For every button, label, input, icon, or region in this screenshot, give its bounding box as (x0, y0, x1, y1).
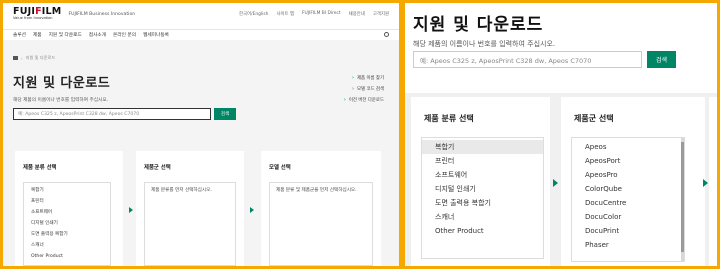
breadcrumb: › 지원 및 다운로드 (13, 52, 389, 64)
arrow-right-icon (703, 179, 708, 187)
list-item[interactable]: Apeos (572, 140, 684, 154)
scrollbar[interactable] (681, 138, 684, 261)
category-list[interactable]: 복합기 프린터 소프트웨어 디지털 인쇄기 도면 출력용 복합기 스캐너 Oth… (23, 182, 111, 266)
card-title: 제품 분류 선택 (424, 114, 474, 123)
scrollbar-thumb[interactable] (681, 142, 684, 252)
nav-item-company[interactable]: 접사소개 (89, 32, 106, 38)
arrow-right-icon (250, 207, 254, 213)
search-button[interactable]: 검색 (214, 108, 236, 120)
util-link-careers[interactable]: 채용안내 (349, 11, 365, 17)
zoomed-view: 지원 및 다운로드 해당 제품의 이름이나 번호를 입력하여 주십시오. 예: … (405, 3, 717, 266)
category-list[interactable]: 복합기 프린터 소프트웨어 디지털 인쇄기 도면 출력용 복합기 스캐너 Oth… (421, 137, 544, 259)
chevron-right-icon: › (351, 86, 354, 92)
quick-link-product-name[interactable]: › 제품 이름 찾기 (344, 75, 384, 81)
utility-links: 한국어/English 사이트 맵 FUJIFILM BI Direct 채용안… (239, 11, 389, 17)
list-item[interactable]: ApeosPro (572, 168, 684, 182)
breadcrumb-current: 지원 및 다운로드 (25, 55, 56, 60)
list-item[interactable]: DocuColor (572, 210, 684, 224)
model-select-card: 모델 선택 제품 분류 및 제품군을 먼저 선택하십시오. (261, 151, 381, 266)
list-item[interactable]: Other Product (24, 251, 110, 262)
util-link-language[interactable]: 한국어/English (239, 11, 268, 17)
chevron-right-icon: › (343, 97, 346, 103)
search-button[interactable]: 검색 (647, 51, 676, 68)
list-item[interactable]: DocuPrint (572, 224, 684, 238)
chevron-right-icon: › (351, 75, 354, 81)
list-item[interactable]: 프린터 (422, 154, 543, 168)
arrow-right-icon (129, 207, 133, 213)
list-item[interactable]: DocuCentre (572, 196, 684, 210)
category-select-card: 제품 분류 선택 복합기 프린터 소프트웨어 디지털 인쇄기 도면 출력용 복합… (411, 97, 550, 266)
card-title: 모델 선택 (269, 165, 291, 171)
category-select-card: 제품 분류 선택 복합기 프린터 소프트웨어 디지털 인쇄기 도면 출력용 복합… (15, 151, 123, 266)
list-item[interactable]: 도면 출력용 복합기 (24, 229, 110, 240)
list-item[interactable]: ApeosPort (572, 154, 684, 168)
series-list[interactable]: 제품 분류를 먼저 선택하십시오. (144, 182, 236, 266)
page-description: 해당 제품의 이름이나 번호를 입력하여 주십시오. (413, 40, 556, 48)
list-item[interactable]: 소프트웨어 (24, 207, 110, 218)
site-header: FUJIFILM Value from Innovation FUJIFILM … (3, 3, 399, 25)
quick-link-previous-downloads[interactable]: › 이전 버전 다운로드 (344, 97, 384, 103)
page-description: 해당 제품의 이름이나 번호를 입력하여 주십시오. (13, 98, 109, 103)
product-selector: 제품 분류 선택 복합기 프린터 소프트웨어 디지털 인쇄기 도면 출력용 복합… (405, 93, 717, 266)
list-item[interactable]: 스캐너 (422, 210, 543, 224)
list-item[interactable]: Other Product (422, 224, 543, 238)
series-select-card: 제품군 선택 Apeos ApeosPort ApeosPro ColorQub… (561, 97, 705, 266)
nav-item-webinar[interactable]: 웹세미나등록 (143, 32, 169, 38)
product-search-input[interactable]: 예: Apeos C325 z, ApeosPrint C328 dw, Ape… (13, 108, 211, 120)
util-link-bi-direct[interactable]: FUJIFILM BI Direct (302, 11, 341, 17)
list-item[interactable]: 디지털 인쇄기 (422, 182, 543, 196)
card-title: 제품 분류 선택 (23, 165, 57, 171)
list-item[interactable]: 복합기 (422, 140, 543, 154)
util-link-support[interactable]: 고객지원 (373, 11, 389, 17)
nav-item-solutions[interactable]: 솔루션 (13, 32, 26, 38)
card-title: 제품군 선택 (574, 114, 614, 123)
list-item[interactable]: 도면 출력용 복합기 (422, 196, 543, 210)
model-select-card (709, 97, 717, 266)
list-item[interactable]: Phaser (572, 238, 684, 252)
search-icon[interactable] (384, 32, 389, 37)
quick-link-model-code[interactable]: › 모델 코드 검색 (344, 86, 384, 92)
chevron-right-icon: › (21, 55, 23, 61)
page-title: 지원 및 다운로드 (13, 76, 111, 91)
series-placeholder: 제품 분류를 먼저 선택하십시오. (151, 188, 212, 193)
list-item[interactable]: 디지털 인쇄기 (24, 218, 110, 229)
util-link-sitemap[interactable]: 사이트 맵 (276, 11, 294, 17)
list-item[interactable]: 소프트웨어 (422, 168, 543, 182)
list-item[interactable]: 프린터 (24, 196, 110, 207)
full-page-view: FUJIFILM Value from Innovation FUJIFILM … (3, 3, 399, 266)
arrow-right-icon (553, 179, 558, 187)
series-select-card: 제품군 선택 제품 분류를 먼저 선택하십시오. (136, 151, 244, 266)
quick-links: › 제품 이름 찾기 › 모델 코드 검색 › 이전 버전 다운로드 (344, 75, 384, 103)
main-nav: 솔루션 제품 지원 및 다운로드 접사소개 온라인 문의 웹세미나등록 (3, 29, 399, 39)
list-item[interactable]: 스캐너 (24, 240, 110, 251)
card-title: 제품군 선택 (144, 165, 171, 171)
home-icon[interactable] (13, 56, 18, 60)
logo-tagline: Value from Innovation (13, 16, 53, 21)
page-title: 지원 및 다운로드 (413, 15, 544, 35)
list-item[interactable]: ColorQube (572, 182, 684, 196)
product-search-input[interactable]: 예: Apeos C325 z, ApeosPrint C328 dw, Ape… (413, 51, 642, 68)
nav-item-support[interactable]: 지원 및 다운로드 (49, 32, 82, 38)
fujifilm-logo[interactable]: FUJIFILM Value from Innovation (13, 7, 61, 21)
list-item[interactable]: 복합기 (24, 185, 110, 196)
model-placeholder: 제품 분류 및 제품군을 먼저 선택하십시오. (276, 188, 357, 193)
nav-item-products[interactable]: 제품 (33, 32, 42, 38)
product-selector: 제품 분류 선택 복합기 프린터 소프트웨어 디지털 인쇄기 도면 출력용 복합… (15, 151, 399, 266)
model-list[interactable]: 제품 분류 및 제품군을 먼저 선택하십시오. (269, 182, 373, 266)
nav-item-inquiry[interactable]: 온라인 문의 (113, 32, 136, 38)
brand-subtitle: FUJIFILM Business Innovation (68, 11, 136, 17)
series-list[interactable]: Apeos ApeosPort ApeosPro ColorQube DocuC… (571, 137, 685, 262)
